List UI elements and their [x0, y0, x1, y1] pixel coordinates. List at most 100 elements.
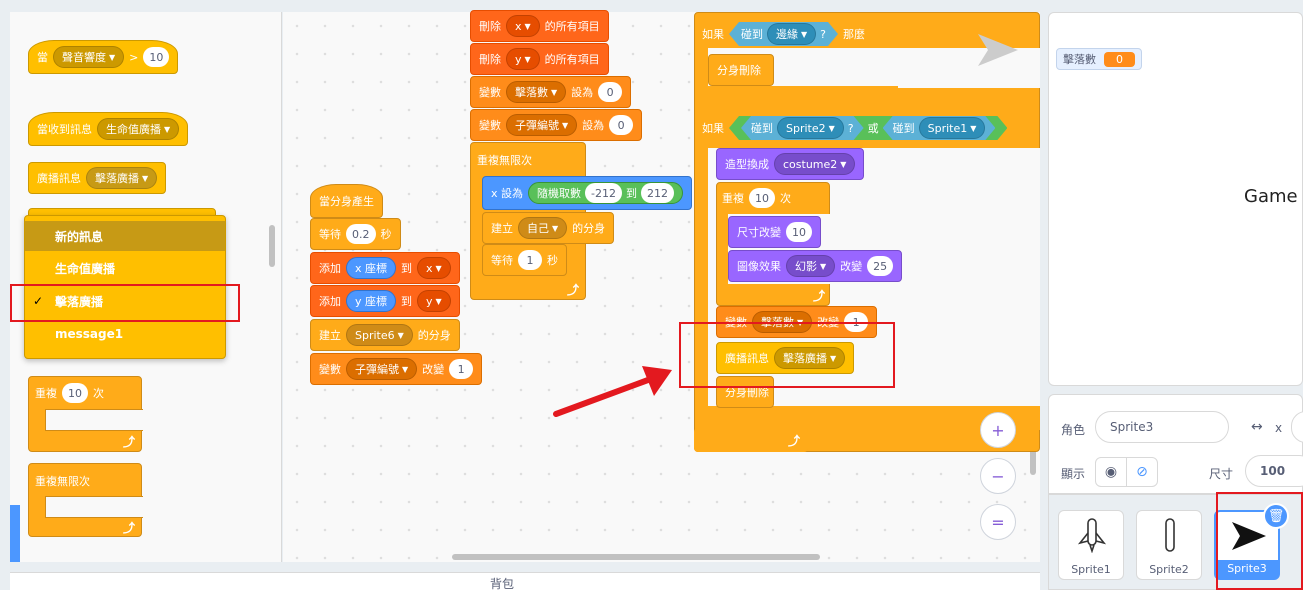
costume-dropdown[interactable]: costume2 ▼ [774, 153, 856, 175]
wait-block[interactable]: 等待 1 秒 [482, 244, 567, 276]
number-input[interactable]: -212 [585, 183, 622, 203]
variable-dropdown[interactable]: 擊落數 ▼ [506, 81, 567, 103]
number-input[interactable]: 25 [867, 256, 894, 276]
number-input[interactable]: 10 [786, 222, 812, 242]
list-dropdown[interactable]: y ▼ [417, 290, 451, 312]
wait-block[interactable]: 等待 0.2 秒 [310, 218, 401, 250]
delete-all-list-block[interactable]: 刪除 x ▼ 的所有項目 [470, 10, 609, 42]
list-dropdown[interactable]: y ▼ [506, 48, 540, 70]
touch-target-dropdown[interactable]: Sprite2 ▼ [777, 117, 844, 139]
sprite-name-input[interactable]: Sprite3 [1095, 411, 1229, 443]
create-clone-block[interactable]: 建立 自己 ▼ 的分身 [482, 212, 615, 244]
zoom-out-icon: − [991, 466, 1005, 486]
number-input[interactable]: 1 [449, 359, 474, 379]
sprite-tile-sprite1[interactable]: Sprite1 [1058, 510, 1124, 580]
category-indicator [10, 505, 20, 562]
hide-sprite-toggle[interactable]: ⊘ [1126, 457, 1158, 487]
number-input[interactable]: 10 [62, 383, 88, 403]
block-suffix: 次 [93, 387, 104, 400]
message-dropdown[interactable]: 擊落廣播 ▼ [86, 167, 158, 189]
zoom-out-button[interactable]: − [980, 458, 1016, 494]
workspace-horizontal-scrollbar[interactable] [452, 554, 820, 560]
if-touching-sprites-block[interactable]: 如果 碰到 Sprite2 ▼ ? 或 碰到 Sprite1 ▼ [694, 112, 1015, 144]
operator-label: 隨機取數 [537, 187, 582, 200]
touch-target-dropdown[interactable]: Sprite1 ▼ [919, 117, 986, 139]
dropdown-text: 擊落數 [515, 86, 548, 99]
set-variable-block[interactable]: 變數 擊落數 ▼ 設為 0 [470, 76, 632, 108]
number-input[interactable]: 10 [749, 188, 775, 208]
backpack-label: 背包 [490, 577, 515, 590]
create-clone-block[interactable]: 建立 Sprite6 ▼ 的分身 [310, 319, 460, 351]
clone-target-dropdown[interactable]: Sprite6 ▼ [346, 324, 413, 346]
eye-icon: ◉ [1104, 464, 1118, 480]
list-dropdown[interactable]: x ▼ [506, 15, 540, 37]
dropdown-text: x [426, 261, 433, 275]
add-to-list-block[interactable]: 添加 x 座標 到 x ▼ [310, 252, 460, 284]
clone-target-dropdown[interactable]: 自己 ▼ [518, 217, 568, 239]
variable-dropdown[interactable]: 子彈編號 ▼ [346, 358, 418, 380]
touch-target-dropdown[interactable]: 邊緣 ▼ [767, 23, 816, 45]
y-position-reporter[interactable]: y 座標 [346, 290, 397, 312]
menu-item-label: message1 [55, 327, 124, 341]
block-label: 當分身產生 [319, 195, 374, 208]
backpack-bar[interactable]: 背包 [10, 572, 1040, 590]
menu-item-new-message[interactable]: 新的訊息 [25, 221, 225, 251]
change-effect-block[interactable]: 圖像效果 幻影 ▼ 改變 25 [728, 250, 903, 282]
dropdown-text: Sprite2 [786, 121, 826, 135]
add-to-list-block[interactable]: 添加 y 座標 到 y ▼ [310, 285, 460, 317]
variable-dropdown[interactable]: 子彈編號 ▼ [506, 114, 578, 136]
change-size-block[interactable]: 尺寸改變 10 [728, 216, 821, 248]
or-operator[interactable]: 碰到 Sprite2 ▼ ? 或 碰到 Sprite1 ▼ [729, 116, 1007, 140]
if-touching-edge-block[interactable]: 如果 碰到 邊緣 ▼ ? 那麼 [694, 18, 873, 50]
show-sprite-toggle[interactable]: ◉ [1095, 457, 1127, 487]
when-loudness-hat-block[interactable]: 當 聲音響度 ▼ > 10 [28, 40, 179, 74]
number-input[interactable]: 0.2 [346, 224, 376, 244]
sprite-tile-sprite2[interactable]: Sprite2 [1136, 510, 1202, 580]
touching-sprite1-condition[interactable]: 碰到 Sprite1 ▼ [883, 116, 996, 140]
delete-clone-block[interactable]: 分身刪除 [708, 54, 774, 86]
menu-item-message1[interactable]: message1 [25, 319, 225, 349]
number-input[interactable]: 0 [598, 82, 623, 102]
sensor-dropdown[interactable]: 聲音響度 ▼ [53, 46, 125, 68]
size-input[interactable]: 100 [1245, 455, 1303, 487]
zoom-reset-button[interactable]: = [980, 504, 1016, 540]
if-bottom-arm [708, 86, 898, 110]
delete-all-list-block[interactable]: 刪除 y ▼ 的所有項目 [470, 43, 609, 75]
list-dropdown[interactable]: x ▼ [417, 257, 451, 279]
number-input[interactable]: 10 [143, 47, 170, 67]
forever-block[interactable]: 重複無限次 ⤴ [28, 463, 143, 537]
annotation-arrow-icon [553, 366, 672, 417]
broadcast-block[interactable]: 廣播訊息 擊落廣播 ▼ [28, 162, 167, 194]
dropdown-text: 擊落廣播 [95, 172, 139, 185]
dropdown-text: 邊緣 [776, 28, 798, 41]
block-text: 那麼 [843, 28, 865, 41]
caret-icon: ▼ [142, 173, 149, 183]
operator-text: 到 [625, 187, 637, 200]
change-variable-block[interactable]: 變數 子彈編號 ▼ 改變 1 [310, 353, 483, 385]
effect-dropdown[interactable]: 幻影 ▼ [786, 255, 836, 277]
c-slot [45, 409, 143, 431]
when-clone-hat-block[interactable]: 當分身產生 [310, 184, 383, 218]
number-input[interactable]: 212 [640, 183, 674, 203]
set-x-block[interactable]: x 設為 隨機取數 -212 到 212 [482, 176, 692, 210]
touching-edge-condition[interactable]: 碰到 邊緣 ▼ ? [729, 22, 838, 46]
random-operator[interactable]: 隨機取數 -212 到 212 [528, 182, 683, 204]
number-input[interactable]: 0 [609, 115, 634, 135]
block-label: 變數 [479, 86, 501, 99]
palette-scrollbar[interactable] [269, 225, 275, 267]
switch-costume-block[interactable]: 造型換成 costume2 ▼ [716, 148, 865, 180]
x-position-reporter[interactable]: x 座標 [346, 257, 397, 279]
block-label: 刪除 [479, 20, 501, 33]
menu-item-label: 生命值廣播 [55, 261, 116, 276]
touching-sprite2-condition[interactable]: 碰到 Sprite2 ▼ ? [741, 116, 864, 140]
number-input[interactable]: 1 [518, 250, 542, 270]
zoom-in-button[interactable]: + [980, 412, 1016, 448]
set-variable-block[interactable]: 變數 子彈編號 ▼ 設為 0 [470, 109, 643, 141]
message-dropdown[interactable]: 生命值廣播 ▼ [97, 118, 180, 140]
variable-monitor[interactable]: 擊落數 0 [1056, 48, 1142, 70]
when-receive-hat-block[interactable]: 當收到訊息 生命值廣播 ▼ [28, 112, 189, 146]
menu-item-health-broadcast[interactable]: 生命值廣播 [25, 253, 225, 283]
repeat-block[interactable]: 重複 10 次 ⤴ [28, 376, 143, 452]
x-input[interactable] [1291, 411, 1303, 443]
caret-icon: ▼ [970, 123, 977, 133]
